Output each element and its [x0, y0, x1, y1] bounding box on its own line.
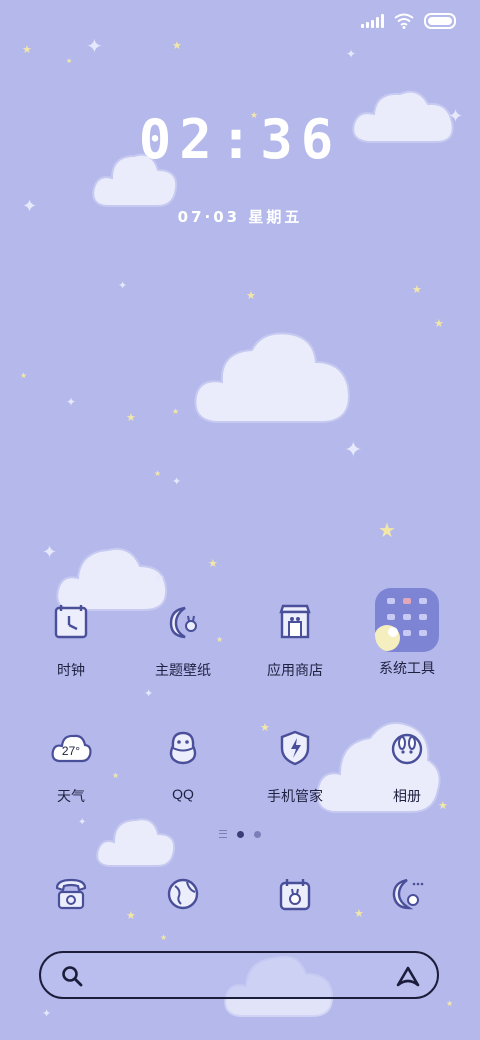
- star-decoration: ★: [208, 557, 218, 570]
- weather-cloud-icon: 27°: [39, 716, 103, 780]
- star-decoration: ★: [412, 283, 422, 296]
- star-decoration: ★: [66, 57, 73, 65]
- star-decoration: ★: [172, 39, 182, 52]
- sparkle-decoration: ✦: [346, 47, 357, 61]
- app-clock[interactable]: 时钟: [16, 590, 126, 680]
- sparkle-decoration: ✦: [42, 542, 58, 563]
- sparkle-decoration: ✦: [152, 568, 166, 587]
- wifi-icon: [394, 13, 414, 29]
- store-icon: [263, 590, 327, 654]
- app-label: 时钟: [57, 662, 85, 678]
- page-indicator[interactable]: [0, 830, 480, 838]
- star-decoration: ★: [20, 371, 28, 380]
- clock-icon: [39, 590, 103, 654]
- bunny-face-icon: [375, 716, 439, 780]
- app-system-tools-folder[interactable]: 系统工具: [352, 588, 462, 678]
- battery-icon: [424, 13, 456, 29]
- star-decoration: ★: [126, 411, 136, 424]
- page-dot-2[interactable]: [254, 830, 261, 838]
- moon-message-icon: [375, 862, 439, 926]
- lock-clock-time[interactable]: 02:36: [0, 108, 480, 171]
- app-qq[interactable]: QQ: [128, 716, 238, 802]
- signal-bars-icon: [361, 14, 384, 28]
- weather-temp: 27°: [61, 744, 81, 758]
- app-phone-manager[interactable]: 手机管家: [240, 716, 350, 806]
- sparkle-decoration: ✦: [66, 395, 77, 409]
- app-label: 天气: [57, 788, 85, 804]
- sparkle-decoration: ✦: [144, 687, 154, 700]
- app-label: 主题壁纸: [155, 662, 211, 678]
- sparkle-decoration: ✦: [172, 475, 182, 488]
- app-weather[interactable]: 27° 天气: [16, 716, 126, 806]
- star-decoration: ★: [434, 317, 444, 330]
- app-gallery[interactable]: 相册: [352, 716, 462, 806]
- calendar-bunny-icon: [263, 862, 327, 926]
- sparkle-decoration: ✦: [86, 34, 103, 58]
- star-decoration: ★: [22, 43, 32, 56]
- dock-phone[interactable]: [16, 862, 126, 926]
- dock-calendar[interactable]: [240, 862, 350, 926]
- browser-globe-icon: [151, 862, 215, 926]
- search-icon[interactable]: [61, 965, 83, 987]
- star-decoration: ★: [378, 518, 396, 542]
- assistant-a-icon[interactable]: [395, 965, 421, 987]
- star-decoration: ★: [160, 933, 168, 942]
- star-decoration: ★: [446, 999, 454, 1008]
- star-decoration: ★: [154, 469, 162, 478]
- dock-messages[interactable]: [352, 862, 462, 926]
- penguin-icon: [151, 716, 215, 780]
- search-bar[interactable]: [39, 951, 439, 999]
- dock-browser[interactable]: [128, 862, 238, 926]
- star-decoration: ★: [172, 407, 180, 416]
- app-themes[interactable]: 主题壁纸: [128, 590, 238, 680]
- shield-icon: [263, 716, 327, 780]
- sparkle-decoration: ✦: [42, 1007, 52, 1020]
- app-store[interactable]: 应用商店: [240, 590, 350, 680]
- lock-clock-date: 07·03 星期五: [177, 208, 303, 226]
- sparkle-decoration: ✦: [344, 438, 363, 463]
- page-dot-1[interactable]: [237, 830, 244, 838]
- status-bar: [361, 10, 456, 32]
- sparkle-decoration: ✦: [118, 279, 128, 292]
- app-label: 相册: [393, 788, 421, 804]
- page-indicator-menu[interactable]: [219, 830, 227, 838]
- phone-icon: [39, 862, 103, 926]
- folder-icon: [375, 588, 439, 652]
- cloud-decoration: [194, 332, 350, 423]
- app-label: QQ: [172, 786, 194, 802]
- moon-bunny-icon: [151, 590, 215, 654]
- app-label: 系统工具: [379, 660, 435, 676]
- star-decoration: ★: [246, 289, 256, 302]
- sparkle-decoration: ✦: [78, 817, 87, 828]
- app-label: 手机管家: [267, 788, 323, 804]
- app-label: 应用商店: [267, 662, 323, 678]
